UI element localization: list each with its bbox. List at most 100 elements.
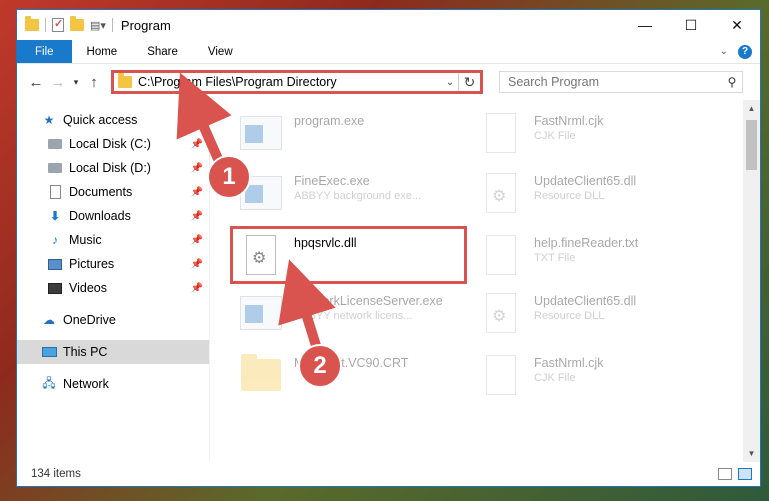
nav-label: This PC [63,345,108,359]
file-type: CJK File [534,130,576,142]
document-icon [478,230,524,280]
file-item[interactable]: FastNrml.cjk CJK File [478,350,708,406]
nav-quick-access[interactable]: ★ Quick access [17,108,209,132]
pin-icon[interactable]: 📌 [191,139,203,150]
back-button[interactable]: ← [25,74,47,91]
up-button[interactable]: ↑ [83,74,105,91]
refresh-icon[interactable]: ↻ [458,73,480,91]
search-box[interactable]: ⚲ [499,71,743,93]
folder-icon [118,73,132,88]
dll-file-icon [478,168,524,218]
file-name: NetworkLicenseServer.exe [294,294,443,308]
file-item[interactable]: FastNrml.cjk CJK File [478,108,708,164]
recent-locations-icon[interactable]: ▾ [69,77,83,88]
scroll-up-icon[interactable]: ▲ [743,100,760,117]
nav-this-pc[interactable]: This PC [17,340,209,364]
ribbon-help: ⌄ ? [720,40,760,63]
document-icon [478,108,524,158]
large-icons-view-icon[interactable] [738,468,752,480]
tab-home[interactable]: Home [72,40,133,63]
scroll-down-icon[interactable]: ▼ [743,445,760,462]
music-icon: ♪ [52,233,58,247]
pin-icon[interactable]: 📌 [191,163,203,174]
chevron-down-icon[interactable]: ⌄ [442,77,458,88]
nav-videos[interactable]: Videos 📌 [17,276,209,300]
highlight-box [230,226,467,284]
file-name: UpdateClient65.dll [534,174,637,188]
nav-local-disk-c[interactable]: Local Disk (C:) 📌 [17,132,209,156]
nav-local-disk-d[interactable]: Local Disk (D:) 📌 [17,156,209,180]
forward-button[interactable]: → [47,74,69,91]
folder-icon [25,16,39,31]
nav-documents[interactable]: Documents 📌 [17,180,209,204]
folder-item[interactable]: Microsoft.VC90.CRT [238,350,468,406]
nav-label: OneDrive [63,313,116,327]
file-type: TXT File [534,252,576,264]
pin-icon[interactable]: 📌 [191,259,203,270]
pictures-icon [47,257,63,271]
nav-label: Videos [69,281,107,295]
file-name: FineExec.exe [294,174,370,188]
file-type: CJK File [534,372,576,384]
tab-share[interactable]: Share [132,40,193,63]
pin-icon[interactable]: 📌 [191,187,203,198]
file-type: Resource DLL [534,310,605,322]
file-item[interactable]: NetworkLicenseServer.exe ABBYY network l… [238,288,468,344]
item-count: 134 items [31,468,81,480]
file-item[interactable]: UpdateClient65.dll Resource DLL [478,288,708,344]
file-item[interactable]: UpdateClient65.dll Resource DLL [478,168,708,224]
videos-icon [47,281,63,295]
address-row: ← → ▾ ↑ C:\Program Files\Program Directo… [17,64,760,100]
downloads-icon: ⬇ [49,209,61,223]
nav-pictures[interactable]: Pictures 📌 [17,252,209,276]
file-name: FastNrml.cjk [534,114,604,128]
address-bar[interactable]: C:\Program Files\Program Directory ⌄ ↻ [111,70,483,94]
file-name: help.fineReader.txt [534,236,639,250]
search-input[interactable] [508,75,722,89]
pin-icon[interactable]: 📌 [191,235,203,246]
tab-view[interactable]: View [193,40,248,63]
nav-network[interactable]: 🖧 Network [17,372,209,396]
navigation-pane: ★ Quick access Local Disk (C:) 📌 Local D… [17,100,210,462]
document-icon [478,350,524,400]
pin-icon[interactable]: 📌 [191,211,203,222]
vertical-scrollbar[interactable]: ▲ ▼ [743,100,760,462]
expand-ribbon-icon[interactable]: ⌄ [720,46,728,57]
step2-badge: 2 [298,344,342,388]
dll-file-icon [478,288,524,338]
file-type: ABBYY background exe... [294,190,421,202]
search-icon[interactable]: ⚲ [722,75,742,89]
tab-file[interactable]: File [17,40,72,63]
file-item[interactable]: help.fineReader.txt TXT File [478,230,708,286]
nav-onedrive[interactable]: ☁ OneDrive [17,308,209,332]
window-controls: — ☐ ✕ [622,10,760,40]
nav-label: Music [69,233,102,247]
ribbon-tabs: File Home Share View ⌄ ? [17,40,760,64]
details-view-icon[interactable] [718,468,732,480]
new-folder-icon[interactable] [70,16,84,31]
pin-icon[interactable]: 📌 [191,283,203,294]
nav-label: Network [63,377,109,391]
status-bar: 134 items [17,462,760,486]
nav-label: Local Disk (D:) [69,161,151,175]
maximize-button[interactable]: ☐ [668,10,714,40]
file-type: Resource DLL [534,190,605,202]
nav-downloads[interactable]: ⬇ Downloads 📌 [17,204,209,228]
step1-badge: 1 [207,155,251,199]
address-path[interactable]: C:\Program Files\Program Directory [138,75,337,89]
properties-icon[interactable] [52,17,64,32]
nav-label: Pictures [69,257,115,271]
minimize-button[interactable]: — [622,10,668,40]
file-item[interactable]: program.exe [238,108,468,164]
customize-toolbar-icon[interactable]: ▤▾ [90,19,106,32]
nav-music[interactable]: ♪ Music 📌 [17,228,209,252]
close-button[interactable]: ✕ [714,10,760,40]
file-name: FastNrml.cjk [534,356,604,370]
disk-icon [47,137,63,151]
disk-icon [47,161,63,175]
onedrive-icon: ☁ [43,313,55,327]
file-list: program.exe FineExec.exe ABBYY backgroun… [210,100,760,462]
scrollbar-thumb[interactable] [746,120,757,170]
help-icon[interactable]: ? [738,44,752,59]
file-item[interactable]: FineExec.exe ABBYY background exe... [238,168,468,224]
